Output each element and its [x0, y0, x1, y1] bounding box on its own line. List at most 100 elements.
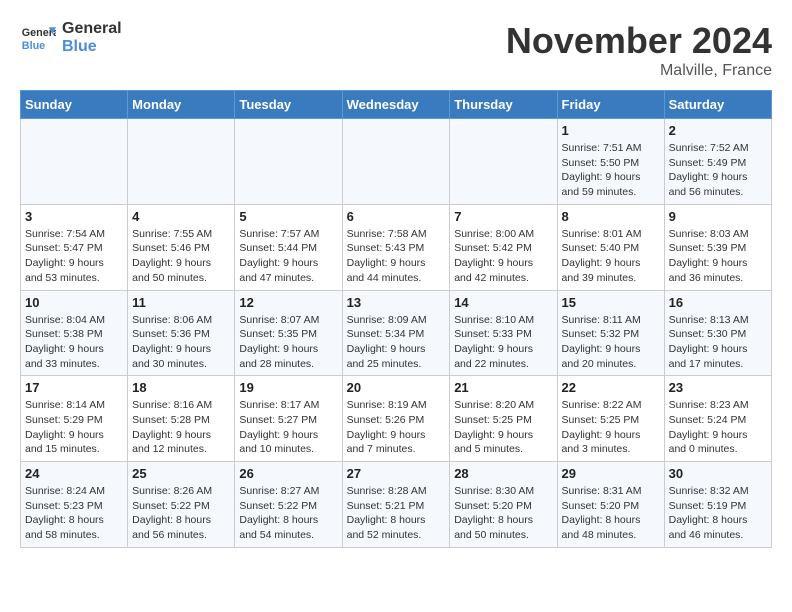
day-number: 7: [454, 209, 552, 224]
day-detail: Sunrise: 7:55 AM Sunset: 5:46 PM Dayligh…: [132, 227, 230, 286]
weekday-header-cell: Friday: [557, 91, 664, 119]
weekday-header-cell: Monday: [128, 91, 235, 119]
weekday-header-cell: Sunday: [21, 91, 128, 119]
day-detail: Sunrise: 8:24 AM Sunset: 5:23 PM Dayligh…: [25, 484, 123, 543]
day-number: 20: [347, 380, 446, 395]
day-detail: Sunrise: 8:09 AM Sunset: 5:34 PM Dayligh…: [347, 313, 446, 372]
weekday-header-row: SundayMondayTuesdayWednesdayThursdayFrid…: [21, 91, 772, 119]
calendar-day-cell: [128, 119, 235, 205]
calendar-day-cell: 2Sunrise: 7:52 AM Sunset: 5:49 PM Daylig…: [664, 119, 771, 205]
day-number: 28: [454, 466, 552, 481]
calendar-body: 1 Sunrise: 7:51 AM Sunset: 5:50 PM Daylig…: [21, 119, 772, 548]
day-detail: Sunrise: 8:17 AM Sunset: 5:27 PM Dayligh…: [239, 398, 337, 457]
day-number: 4: [132, 209, 230, 224]
weekday-header-cell: Saturday: [664, 91, 771, 119]
day-detail: Sunrise: 8:13 AM Sunset: 5:30 PM Dayligh…: [669, 313, 767, 372]
day-number: 1: [562, 123, 660, 138]
calendar-day-cell: 28 Sunrise: 8:30 AM Sunset: 5:20 PM Dayli…: [450, 462, 557, 548]
day-detail: Sunrise: 8:04 AM Sunset: 5:38 PM Dayligh…: [25, 313, 123, 372]
logo: General Blue General Blue: [20, 20, 122, 56]
day-number: 17: [25, 380, 123, 395]
calendar-day-cell: 1 Sunrise: 7:51 AM Sunset: 5:50 PM Daylig…: [557, 119, 664, 205]
calendar-day-cell: 26 Sunrise: 8:27 AM Sunset: 5:22 PM Dayli…: [235, 462, 342, 548]
calendar-day-cell: [342, 119, 450, 205]
day-detail: Sunrise: 8:14 AM Sunset: 5:29 PM Dayligh…: [25, 398, 123, 457]
calendar-week-row: 10Sunrise: 8:04 AM Sunset: 5:38 PM Dayli…: [21, 290, 772, 376]
page-header: General Blue General Blue November 2024 …: [20, 20, 772, 80]
day-number: 6: [347, 209, 446, 224]
day-detail: Sunrise: 8:27 AM Sunset: 5:22 PM Dayligh…: [239, 484, 337, 543]
calendar-day-cell: 24 Sunrise: 8:24 AM Sunset: 5:23 PM Dayli…: [21, 462, 128, 548]
calendar-day-cell: 11 Sunrise: 8:06 AM Sunset: 5:36 PM Dayli…: [128, 290, 235, 376]
logo-text-general: General: [62, 20, 122, 38]
calendar-day-cell: 5Sunrise: 7:57 AM Sunset: 5:44 PM Daylig…: [235, 204, 342, 290]
day-detail: Sunrise: 7:51 AM Sunset: 5:50 PM Dayligh…: [562, 141, 660, 200]
calendar-day-cell: 6 Sunrise: 7:58 AM Sunset: 5:43 PM Daylig…: [342, 204, 450, 290]
day-detail: Sunrise: 7:58 AM Sunset: 5:43 PM Dayligh…: [347, 227, 446, 286]
day-number: 16: [669, 295, 767, 310]
day-number: 18: [132, 380, 230, 395]
day-detail: Sunrise: 8:07 AM Sunset: 5:35 PM Dayligh…: [239, 313, 337, 372]
calendar-week-row: 3Sunrise: 7:54 AM Sunset: 5:47 PM Daylig…: [21, 204, 772, 290]
day-detail: Sunrise: 8:30 AM Sunset: 5:20 PM Dayligh…: [454, 484, 552, 543]
day-detail: Sunrise: 8:03 AM Sunset: 5:39 PM Dayligh…: [669, 227, 767, 286]
day-number: 21: [454, 380, 552, 395]
day-number: 26: [239, 466, 337, 481]
day-number: 27: [347, 466, 446, 481]
day-number: 13: [347, 295, 446, 310]
day-number: 15: [562, 295, 660, 310]
day-number: 24: [25, 466, 123, 481]
weekday-header-cell: Tuesday: [235, 91, 342, 119]
calendar-day-cell: 10Sunrise: 8:04 AM Sunset: 5:38 PM Dayli…: [21, 290, 128, 376]
day-number: 22: [562, 380, 660, 395]
calendar-day-cell: 30 Sunrise: 8:32 AM Sunset: 5:19 PM Dayli…: [664, 462, 771, 548]
weekday-header-cell: Thursday: [450, 91, 557, 119]
calendar-day-cell: 13 Sunrise: 8:09 AM Sunset: 5:34 PM Dayli…: [342, 290, 450, 376]
calendar-day-cell: 15Sunrise: 8:11 AM Sunset: 5:32 PM Dayli…: [557, 290, 664, 376]
day-number: 30: [669, 466, 767, 481]
logo-text-blue: Blue: [62, 38, 122, 56]
day-detail: Sunrise: 8:16 AM Sunset: 5:28 PM Dayligh…: [132, 398, 230, 457]
calendar-day-cell: 20 Sunrise: 8:19 AM Sunset: 5:26 PM Dayli…: [342, 376, 450, 462]
calendar-day-cell: 25Sunrise: 8:26 AM Sunset: 5:22 PM Dayli…: [128, 462, 235, 548]
calendar-day-cell: 8Sunrise: 8:01 AM Sunset: 5:40 PM Daylig…: [557, 204, 664, 290]
calendar-day-cell: 23Sunrise: 8:23 AM Sunset: 5:24 PM Dayli…: [664, 376, 771, 462]
calendar-week-row: 17 Sunrise: 8:14 AM Sunset: 5:29 PM Dayli…: [21, 376, 772, 462]
calendar-day-cell: 17 Sunrise: 8:14 AM Sunset: 5:29 PM Dayli…: [21, 376, 128, 462]
calendar-day-cell: 21Sunrise: 8:20 AM Sunset: 5:25 PM Dayli…: [450, 376, 557, 462]
calendar-week-row: 1 Sunrise: 7:51 AM Sunset: 5:50 PM Daylig…: [21, 119, 772, 205]
day-detail: Sunrise: 8:28 AM Sunset: 5:21 PM Dayligh…: [347, 484, 446, 543]
day-number: 29: [562, 466, 660, 481]
day-detail: Sunrise: 7:57 AM Sunset: 5:44 PM Dayligh…: [239, 227, 337, 286]
calendar-week-row: 24 Sunrise: 8:24 AM Sunset: 5:23 PM Dayli…: [21, 462, 772, 548]
day-detail: Sunrise: 8:00 AM Sunset: 5:42 PM Dayligh…: [454, 227, 552, 286]
weekday-header-cell: Wednesday: [342, 91, 450, 119]
calendar-day-cell: [450, 119, 557, 205]
month-title: November 2024: [506, 20, 772, 62]
day-number: 11: [132, 295, 230, 310]
calendar-day-cell: [235, 119, 342, 205]
day-detail: Sunrise: 8:06 AM Sunset: 5:36 PM Dayligh…: [132, 313, 230, 372]
day-number: 19: [239, 380, 337, 395]
day-detail: Sunrise: 8:26 AM Sunset: 5:22 PM Dayligh…: [132, 484, 230, 543]
day-number: 2: [669, 123, 767, 138]
day-detail: Sunrise: 8:01 AM Sunset: 5:40 PM Dayligh…: [562, 227, 660, 286]
day-detail: Sunrise: 8:32 AM Sunset: 5:19 PM Dayligh…: [669, 484, 767, 543]
calendar-day-cell: [21, 119, 128, 205]
day-number: 9: [669, 209, 767, 224]
location-title: Malville, France: [506, 62, 772, 80]
calendar-day-cell: 29Sunrise: 8:31 AM Sunset: 5:20 PM Dayli…: [557, 462, 664, 548]
calendar-day-cell: 3Sunrise: 7:54 AM Sunset: 5:47 PM Daylig…: [21, 204, 128, 290]
calendar-day-cell: 18 Sunrise: 8:16 AM Sunset: 5:28 PM Dayli…: [128, 376, 235, 462]
day-detail: Sunrise: 8:22 AM Sunset: 5:25 PM Dayligh…: [562, 398, 660, 457]
day-detail: Sunrise: 7:54 AM Sunset: 5:47 PM Dayligh…: [25, 227, 123, 286]
day-detail: Sunrise: 8:19 AM Sunset: 5:26 PM Dayligh…: [347, 398, 446, 457]
calendar-day-cell: 16 Sunrise: 8:13 AM Sunset: 5:30 PM Dayli…: [664, 290, 771, 376]
day-number: 23: [669, 380, 767, 395]
calendar-day-cell: 14 Sunrise: 8:10 AM Sunset: 5:33 PM Dayli…: [450, 290, 557, 376]
day-number: 12: [239, 295, 337, 310]
calendar-day-cell: 22 Sunrise: 8:22 AM Sunset: 5:25 PM Dayli…: [557, 376, 664, 462]
day-detail: Sunrise: 8:10 AM Sunset: 5:33 PM Dayligh…: [454, 313, 552, 372]
day-number: 14: [454, 295, 552, 310]
logo-icon: General Blue: [20, 20, 56, 56]
